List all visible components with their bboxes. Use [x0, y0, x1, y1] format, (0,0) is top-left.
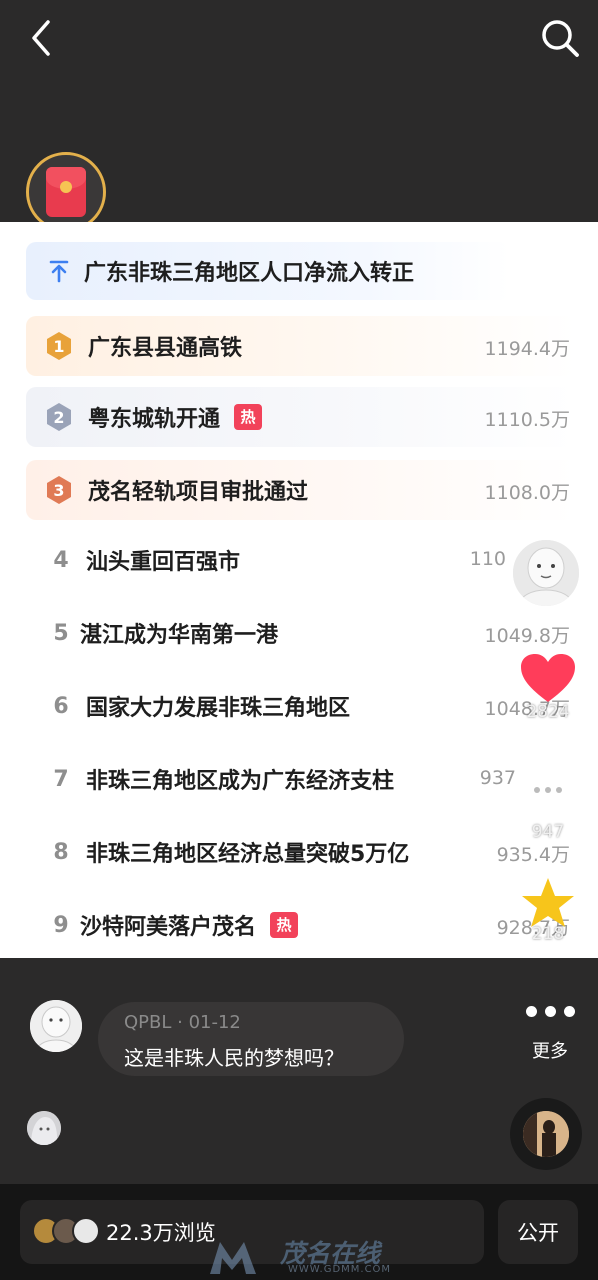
face-avatar-icon: [30, 1000, 82, 1052]
search-button[interactable]: [538, 16, 582, 60]
topic-title: 粤东城轨开通: [88, 407, 221, 432]
viewer-face-icon: [72, 1217, 100, 1245]
list-item[interactable]: 6 国家大力发展非珠三角地区 1048.7万: [26, 676, 576, 736]
arrow-up-icon: [49, 260, 69, 283]
comment-text: 这是非珠人民的梦想吗？: [124, 1046, 344, 1070]
rank-number: 6: [53, 693, 69, 719]
topic-title: 湛江成为华南第一港: [80, 623, 279, 648]
viewer-faces: [32, 1217, 104, 1247]
heart-icon: [521, 654, 575, 702]
public-button[interactable]: 公开: [498, 1200, 578, 1264]
heat-count: 935.4万: [496, 844, 570, 866]
rank-badge-silver: 2: [44, 402, 74, 432]
views-count: 22.3万浏览: [106, 1221, 216, 1245]
list-item[interactable]: 9 沙特阿美落户茂名 热 928.7万: [26, 895, 576, 955]
heat-count: 937: [479, 767, 516, 789]
commenter-avatar[interactable]: [30, 1000, 82, 1052]
chevron-left-icon: [32, 20, 50, 56]
list-item[interactable]: 5 湛江成为华南第一港 1049.8万: [26, 603, 576, 663]
search-icon: [542, 20, 579, 57]
rank-badge-gold: 1: [44, 331, 74, 361]
more-dots-icon: [518, 1006, 582, 1017]
star-icon: [522, 878, 574, 927]
topic-title: 广东县县通高铁: [88, 336, 243, 361]
top-bar: [0, 0, 598, 80]
viewer-avatar[interactable]: [27, 1111, 61, 1145]
red-packet-button[interactable]: [26, 152, 106, 232]
rank-number: 7: [53, 766, 69, 792]
list-item[interactable]: 8 非珠三角地区经济总量突破5万亿 935.4万: [26, 822, 576, 882]
anime-avatar-icon: [27, 1111, 61, 1145]
list-item[interactable]: 1 广东县县通高铁 1194.4万: [26, 316, 576, 376]
watermark-url: WWW.GDMM.COM: [288, 1264, 392, 1275]
list-item[interactable]: 2 粤东城轨开通 热 1110.5万: [26, 387, 576, 447]
comment-button[interactable]: 947: [518, 766, 578, 842]
pinned-topic[interactable]: 广东非珠三角地区人口净流入转正: [26, 242, 510, 300]
watermark-m-icon: [210, 1242, 256, 1274]
topic-title: 非珠三角地区成为广东经济支柱: [86, 769, 395, 794]
more-label: 更多: [532, 1041, 568, 1062]
svg-text:1: 1: [53, 337, 64, 356]
watermark-logo: 茂名在线 WWW.GDMM.COM: [206, 1234, 406, 1278]
topic-title: 非珠三角地区经济总量突破5万亿: [86, 842, 410, 867]
hot-badge: 热: [270, 912, 299, 938]
rank-badge-bronze: 3: [44, 475, 74, 505]
comment-count: 947: [531, 822, 565, 842]
heat-count: 1194.4万: [484, 338, 570, 360]
heat-count: 1110.5万: [484, 409, 570, 431]
svg-text:2: 2: [53, 408, 64, 427]
rank-number: 5: [53, 620, 69, 646]
back-button[interactable]: [22, 16, 62, 60]
topic-title: 汕头重回百强市: [86, 550, 241, 575]
music-disc[interactable]: [510, 1098, 582, 1170]
heat-count: 1108.0万: [484, 482, 570, 504]
list-item[interactable]: 7 非珠三角地区成为广东经济支柱 937: [26, 749, 576, 809]
rank-number: 8: [53, 839, 69, 865]
comment-bubble[interactable]: QPBL · 01-12 这是非珠人民的梦想吗？: [98, 1002, 404, 1076]
list-item[interactable]: 3 茂名轻轨项目审批通过 1108.0万: [26, 460, 576, 520]
favorite-button[interactable]: 218: [518, 876, 578, 944]
heat-count: 110: [469, 548, 506, 570]
topic-title: 国家大力发展非珠三角地区: [86, 696, 351, 721]
topic-title: 茂名轻轨项目审批通过: [88, 480, 309, 505]
more-button[interactable]: 更多: [518, 1000, 582, 1063]
rank-number: 4: [53, 547, 69, 573]
comment-author-date: QPBL · 01-12: [124, 1012, 241, 1033]
music-cover-icon: [523, 1111, 569, 1157]
list-item[interactable]: 4 汕头重回百强市 110: [26, 530, 576, 590]
rank-number: 9: [53, 912, 69, 938]
hot-badge: 热: [234, 404, 263, 430]
like-count: 2824: [526, 702, 570, 722]
hot-list-card: 广东非珠三角地区人口净流入转正 1 广东县县通高铁 1194.4万 2 粤东城轨…: [0, 222, 598, 958]
topic-title: 沙特阿美落户茂名: [80, 915, 257, 940]
face-avatar-icon: [513, 540, 579, 606]
red-envelope-icon: [46, 167, 86, 217]
like-button[interactable]: 2824: [518, 652, 578, 722]
svg-text:3: 3: [53, 481, 64, 500]
comment-bubble-icon: [522, 769, 574, 817]
pinned-topic-title: 广东非珠三角地区人口净流入转正: [84, 261, 415, 286]
heat-count: 1049.8万: [484, 625, 570, 647]
author-avatar[interactable]: [510, 537, 582, 609]
